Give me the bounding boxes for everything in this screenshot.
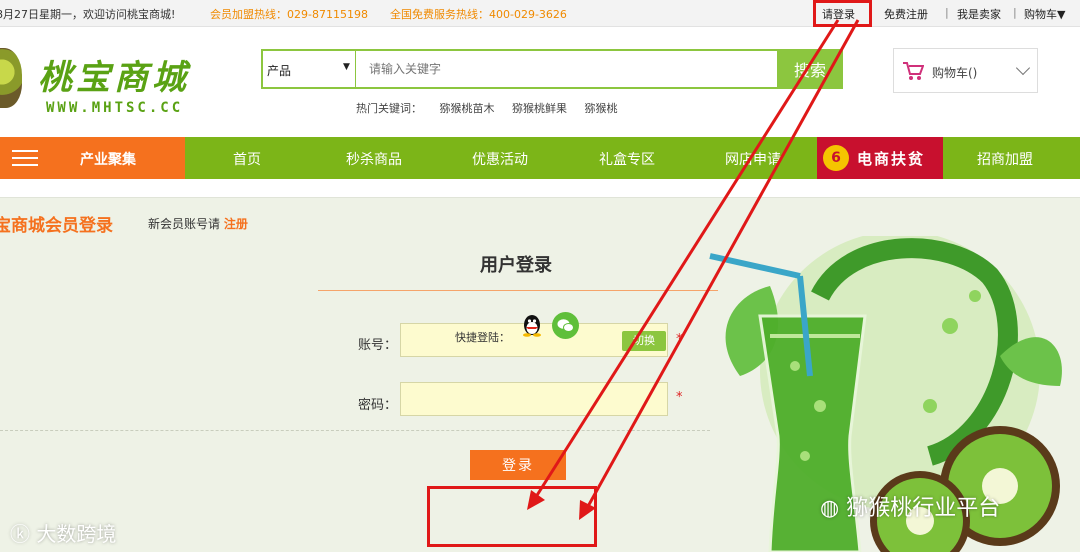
poverty-relief-logo-icon: 6 <box>823 145 849 171</box>
nav-item-poverty-relief[interactable]: 6 电商扶贫 <box>817 137 943 179</box>
account-label: 账号： <box>358 338 398 353</box>
topbar-cart-link[interactable]: 购物车▼ <box>1024 6 1065 22</box>
poverty-relief-label: 电商扶贫 <box>857 150 926 168</box>
search-button[interactable]: 搜索 <box>777 51 843 87</box>
new-member-hint: 新会员账号请 注册 <box>148 215 248 232</box>
category-menu-button[interactable]: 产业聚集 <box>0 137 185 179</box>
password-field[interactable] <box>400 382 668 416</box>
watermark-logo-icon: ⓚ <box>10 522 37 546</box>
site-url: WWW.MHTSC.CC <box>46 100 184 116</box>
nav-item-home[interactable]: 首页 <box>233 149 261 169</box>
qq-login-icon[interactable] <box>521 313 543 337</box>
new-member-text: 新会员账号请 <box>148 217 221 231</box>
required-mark: * <box>676 332 683 347</box>
chevron-down-icon <box>1015 60 1031 76</box>
search-input[interactable] <box>359 51 777 87</box>
form-divider <box>0 430 710 431</box>
hot-keyword-link[interactable]: 猕猴桃苗木 <box>440 102 495 115</box>
watermark-left-text: 大数跨境 <box>36 522 117 546</box>
hot-keywords-label: 热门关键词： <box>356 102 422 115</box>
kiwi-logo-icon[interactable] <box>0 48 22 108</box>
category-menu-label: 产业聚集 <box>80 152 136 168</box>
search-category-select[interactable]: 产品 ▼ <box>263 51 356 87</box>
watermark-right-text: 猕猴桃行业平台 <box>846 496 1001 521</box>
title-divider <box>318 290 718 291</box>
wechat-watermark-icon: ◍ <box>820 496 847 521</box>
nav-item-gift-boxes[interactable]: 礼盒专区 <box>599 149 655 169</box>
welcome-text: 8月27日星期一，欢迎访问桃宝商城! <box>0 8 176 21</box>
nav-item-franchise[interactable]: 招商加盟 <box>977 149 1033 169</box>
login-link-highlight <box>813 0 872 27</box>
hot-keyword-link[interactable]: 猕猴桃 <box>585 102 618 115</box>
hot-keywords: 热门关键词： 猕猴桃苗木 猕猴桃鲜果 猕猴桃 <box>356 100 632 116</box>
hot-keyword-link[interactable]: 猕猴桃鲜果 <box>512 102 567 115</box>
login-form-title: 用户登录 <box>480 255 552 276</box>
page-title: 宝商城会员登录 <box>0 216 113 236</box>
switch-account-button[interactable]: 切换 <box>622 331 666 351</box>
topbar-separator: | <box>1013 6 1017 19</box>
password-label: 密码： <box>358 398 398 413</box>
login-button[interactable]: 登录 <box>470 450 566 480</box>
search-bar: 产品 ▼ 搜索 <box>261 49 843 89</box>
nav-item-flash-sale[interactable]: 秒杀商品 <box>346 149 402 169</box>
quick-login-label: 快捷登陆： <box>455 331 510 344</box>
required-mark: * <box>676 390 683 405</box>
switch-label: 切换 <box>633 334 655 347</box>
member-hotline: 会员加盟热线：029-87115198 <box>210 8 368 21</box>
search-category-value: 产品 <box>267 64 292 78</box>
cart-label: 购物车() <box>932 66 978 80</box>
wechat-login-icon[interactable] <box>552 312 579 339</box>
topbar-separator: | <box>945 6 949 19</box>
site-logo[interactable]: 桃宝商城 <box>38 50 190 99</box>
cart-dropdown[interactable]: 购物车() <box>893 48 1038 93</box>
register-link-inline[interactable]: 注册 <box>224 217 248 231</box>
quick-login-highlight <box>427 486 597 547</box>
shopping-cart-icon <box>902 61 925 86</box>
menu-icon <box>12 150 38 166</box>
caret-down-icon: ▼ <box>343 62 350 72</box>
main-nav: 产业聚集 首页 秒杀商品 优惠活动 礼盒专区 网店申请 6 电商扶贫 招商加盟 <box>0 137 1080 179</box>
register-link[interactable]: 免费注册 <box>884 6 928 22</box>
seller-link[interactable]: 我是卖家 <box>957 6 1001 22</box>
service-hotline: 全国免费服务热线：400-029-3626 <box>390 8 567 21</box>
nav-item-promotions[interactable]: 优惠活动 <box>472 149 528 169</box>
nav-item-shop-apply[interactable]: 网店申请 <box>725 149 781 169</box>
watermark-left: ⓚ 大数跨境 <box>10 518 116 547</box>
watermark-right: ◍ 猕猴桃行业平台 <box>820 490 1000 522</box>
top-bar: 8月27日星期一，欢迎访问桃宝商城! 会员加盟热线：029-87115198 全… <box>0 0 1080 27</box>
